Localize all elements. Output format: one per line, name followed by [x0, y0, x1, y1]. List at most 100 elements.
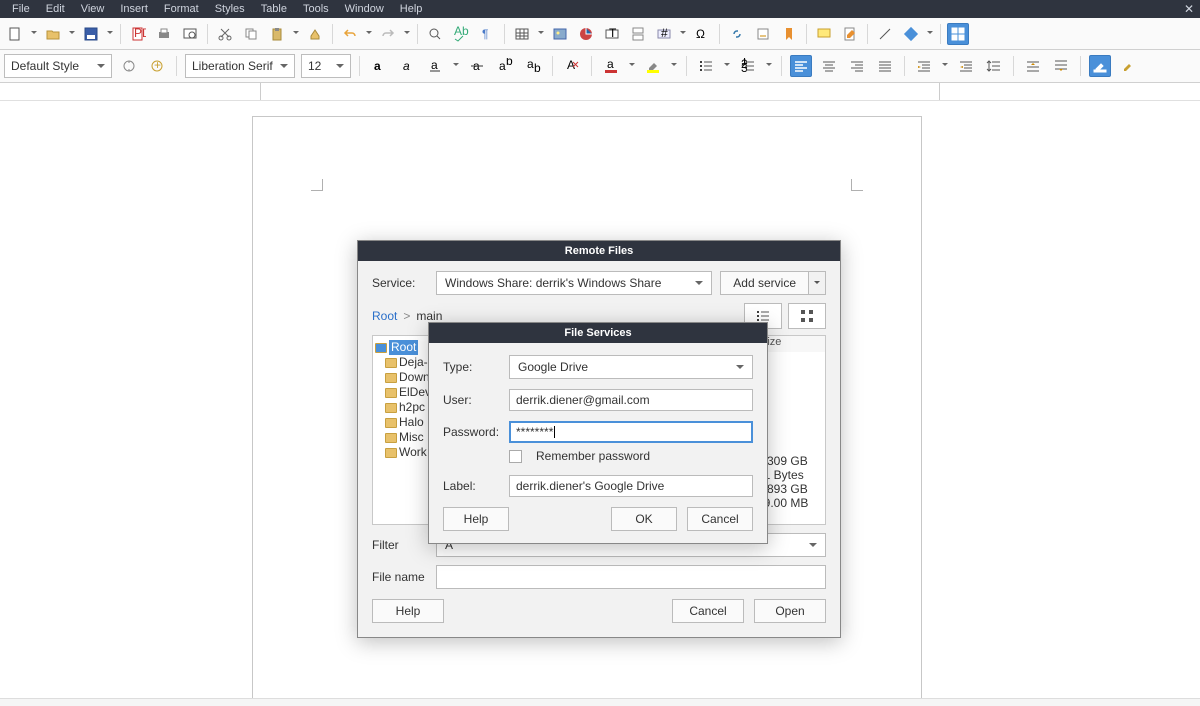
menu-file[interactable]: File — [4, 0, 38, 18]
menu-table[interactable]: Table — [253, 0, 295, 18]
show-draw-functions-icon[interactable] — [947, 23, 969, 45]
clear-formatting-icon[interactable]: A — [561, 55, 583, 77]
italic-icon[interactable]: a — [396, 55, 418, 77]
insert-bookmark-icon[interactable] — [778, 23, 800, 45]
clone-format-icon[interactable] — [304, 23, 326, 45]
bullet-list-dropdown[interactable] — [723, 55, 731, 77]
font-name-combo[interactable]: Liberation Serif — [185, 54, 295, 78]
underline-icon[interactable]: a — [424, 55, 446, 77]
save-dropdown[interactable] — [106, 23, 114, 45]
paintbrush-icon[interactable] — [1117, 55, 1139, 77]
track-changes-icon[interactable] — [839, 23, 861, 45]
insert-textbox-icon[interactable]: T — [601, 23, 623, 45]
fs-help-button[interactable]: Help — [443, 507, 509, 531]
new-doc-icon[interactable] — [4, 23, 26, 45]
underline-dropdown[interactable] — [452, 55, 460, 77]
type-select[interactable]: Google Drive — [509, 355, 753, 379]
indent-increase-icon[interactable] — [913, 55, 935, 77]
align-center-icon[interactable] — [818, 55, 840, 77]
export-pdf-icon[interactable]: PDF — [127, 23, 149, 45]
paragraph-style-combo[interactable]: Default Style — [4, 54, 112, 78]
open-icon[interactable] — [42, 23, 64, 45]
new-style-icon[interactable]: + — [146, 55, 168, 77]
paste-dropdown[interactable] — [292, 23, 300, 45]
decrease-para-spacing-icon[interactable] — [1050, 55, 1072, 77]
breadcrumb-root[interactable]: Root — [372, 309, 397, 323]
menu-edit[interactable]: Edit — [38, 0, 73, 18]
insert-hyperlink-icon[interactable] — [726, 23, 748, 45]
menu-help[interactable]: Help — [392, 0, 431, 18]
help-button[interactable]: Help — [372, 599, 444, 623]
formatting-marks-icon[interactable]: ¶ — [476, 23, 498, 45]
align-right-icon[interactable] — [846, 55, 868, 77]
menu-insert[interactable]: Insert — [112, 0, 156, 18]
menu-styles[interactable]: Styles — [207, 0, 253, 18]
close-icon[interactable]: ✕ — [1184, 2, 1194, 16]
strikethrough-icon[interactable]: a — [466, 55, 488, 77]
redo-dropdown[interactable] — [403, 23, 411, 45]
save-icon[interactable] — [80, 23, 102, 45]
subscript-icon[interactable]: ab — [522, 55, 544, 77]
increase-para-spacing-icon[interactable] — [1022, 55, 1044, 77]
cut-icon[interactable] — [214, 23, 236, 45]
menu-view[interactable]: View — [73, 0, 113, 18]
align-justify-icon[interactable] — [874, 55, 896, 77]
basic-shapes-icon[interactable] — [900, 23, 922, 45]
font-size-combo[interactable]: 12 — [301, 54, 351, 78]
indent-decrease-icon[interactable] — [955, 55, 977, 77]
filename-input[interactable] — [436, 565, 826, 589]
insert-comment-icon[interactable] — [813, 23, 835, 45]
open-dropdown[interactable] — [68, 23, 76, 45]
bold-icon[interactable]: a — [368, 55, 390, 77]
label-input[interactable] — [509, 475, 753, 497]
basic-shapes-dropdown[interactable] — [926, 23, 934, 45]
line-icon[interactable] — [874, 23, 896, 45]
insert-footnote-icon[interactable] — [752, 23, 774, 45]
highlight-dropdown[interactable] — [670, 55, 678, 77]
add-service-dropdown[interactable] — [808, 271, 826, 295]
align-left-icon[interactable] — [790, 55, 812, 77]
fs-ok-button[interactable]: OK — [611, 507, 677, 531]
menu-window[interactable]: Window — [337, 0, 392, 18]
superscript-icon[interactable]: ab — [494, 55, 516, 77]
insert-symbol-icon[interactable]: Ω — [691, 23, 713, 45]
insert-field-icon[interactable]: # — [653, 23, 675, 45]
insert-field-dropdown[interactable] — [679, 23, 687, 45]
line-spacing-icon[interactable] — [983, 55, 1005, 77]
fs-cancel-button[interactable]: Cancel — [687, 507, 753, 531]
insert-page-break-icon[interactable] — [627, 23, 649, 45]
print-icon[interactable] — [153, 23, 175, 45]
paste-icon[interactable] — [266, 23, 288, 45]
icon-view-icon[interactable] — [788, 303, 826, 329]
font-color-icon[interactable]: a — [600, 55, 622, 77]
print-preview-icon[interactable] — [179, 23, 201, 45]
menu-tools[interactable]: Tools — [295, 0, 337, 18]
find-replace-icon[interactable] — [424, 23, 446, 45]
spellcheck-icon[interactable]: Abc — [450, 23, 472, 45]
highlight-icon[interactable] — [642, 55, 664, 77]
insert-image-icon[interactable] — [549, 23, 571, 45]
copy-icon[interactable] — [240, 23, 262, 45]
user-input[interactable] — [509, 389, 753, 411]
password-input[interactable]: ******** — [509, 421, 753, 443]
indent-increase-dropdown[interactable] — [941, 55, 949, 77]
insert-table-dropdown[interactable] — [537, 23, 545, 45]
insert-chart-icon[interactable] — [575, 23, 597, 45]
bullet-list-icon[interactable] — [695, 55, 717, 77]
font-color-dropdown[interactable] — [628, 55, 636, 77]
redo-icon[interactable] — [377, 23, 399, 45]
insert-table-icon[interactable] — [511, 23, 533, 45]
open-button[interactable]: Open — [754, 599, 826, 623]
add-service-button[interactable]: Add service — [720, 271, 826, 295]
number-list-dropdown[interactable] — [765, 55, 773, 77]
menu-format[interactable]: Format — [156, 0, 207, 18]
service-select[interactable]: Windows Share: derrik's Windows Share — [436, 271, 712, 295]
undo-dropdown[interactable] — [365, 23, 373, 45]
cancel-button[interactable]: Cancel — [672, 599, 744, 623]
undo-icon[interactable] — [339, 23, 361, 45]
highlighting-toggle-icon[interactable] — [1089, 55, 1111, 77]
update-style-icon[interactable] — [118, 55, 140, 77]
number-list-icon[interactable]: 123 — [737, 55, 759, 77]
new-doc-dropdown[interactable] — [30, 23, 38, 45]
remember-password-checkbox[interactable] — [509, 450, 522, 463]
